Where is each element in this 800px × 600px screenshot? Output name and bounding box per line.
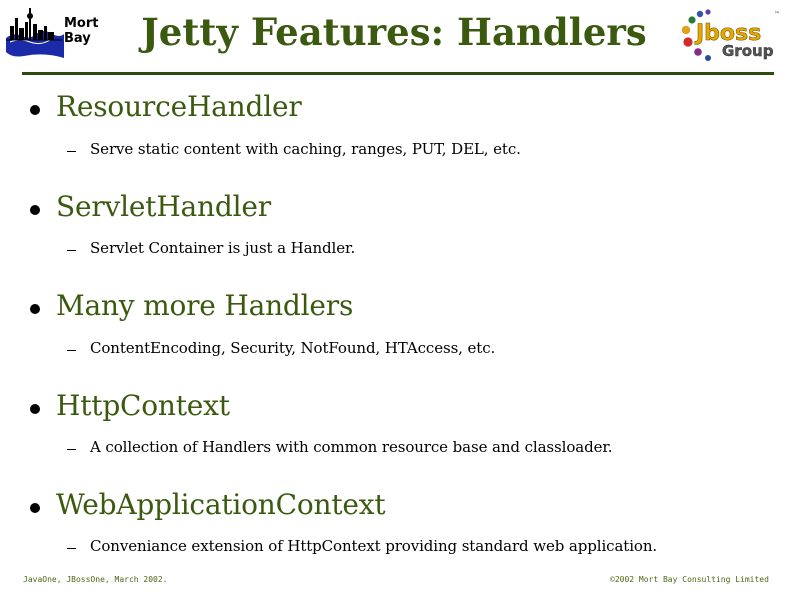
dash-icon [67,548,76,549]
logo-line-mort: Mort [64,16,99,31]
footer-copyright: ©2002 Mort Bay Consulting Limited [610,575,769,584]
dash-icon [67,449,76,450]
dash-icon [67,250,76,251]
slide: Mort Bay Jetty Features: Handlers Jboss … [0,0,800,600]
bullet-dot-icon [30,105,40,115]
bullet-dot-icon [30,205,40,215]
bullet-subtext: A collection of Handlers with common res… [90,438,613,456]
jboss-group-logo: Jboss Group ™ [676,8,784,64]
jboss-group-icon: Jboss Group ™ [681,9,780,61]
bullet-dot-icon [30,304,40,314]
bullet-subtext: Serve static content with caching, range… [90,140,521,158]
bullet-subtext: ContentEncoding, Security, NotFound, HTA… [90,339,496,357]
group-word: Group [722,42,774,60]
dash-icon [67,151,76,152]
bullet-dot-icon [30,503,40,513]
footer-event: JavaOne, JBossOne, March 2002. [23,575,168,584]
bullet-title: HttpContext [56,389,230,422]
bullet-title: ResourceHandler [56,90,302,123]
bullet-title: Many more Handlers [56,289,354,322]
bullet-dot-icon [30,404,40,414]
dash-icon [67,350,76,351]
bullet-subtext: Servlet Container is just a Handler. [90,239,356,257]
slide-title: Jetty Features: Handlers [141,10,647,54]
bullet-title: ServletHandler [56,190,271,223]
title-divider [22,72,774,75]
bullet-subtext: Conveniance extension of HttpContext pro… [90,537,658,555]
logo-line-bay: Bay [64,31,91,46]
bullet-title: WebApplicationContext [56,488,386,521]
trademark-symbol: ™ [774,11,780,18]
